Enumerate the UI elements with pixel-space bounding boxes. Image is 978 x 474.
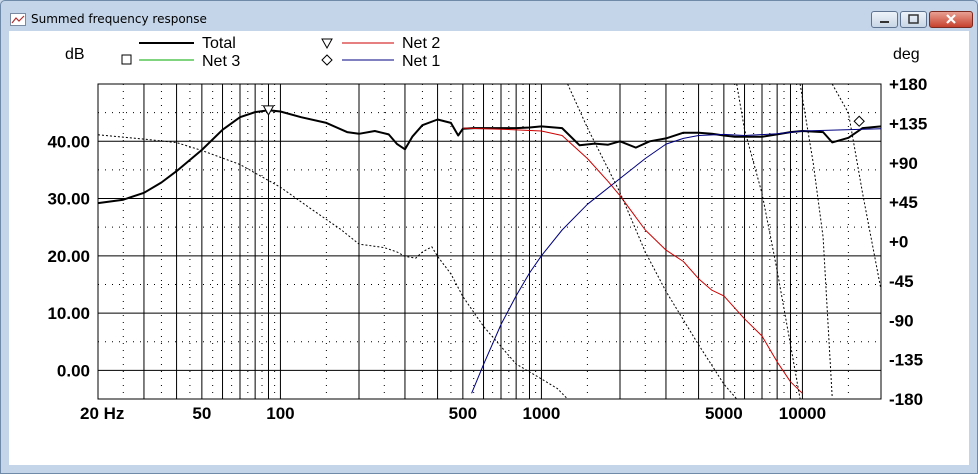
maximize-icon xyxy=(908,14,919,24)
y2-tick-label: +45 xyxy=(889,193,918,212)
x-tick-label: 10000 xyxy=(779,404,826,423)
markers xyxy=(262,105,865,127)
y-tick-label: 40.00 xyxy=(47,132,90,151)
x-tick-label: 5000 xyxy=(705,404,743,423)
y-tick-label: 0.00 xyxy=(57,361,90,380)
y2-tick-label: -90 xyxy=(889,311,914,330)
y-tick-label: 10.00 xyxy=(47,304,90,323)
frequency-response-chart: Total Net 2 Net 3 Net 1 dB deg 0.00 10.00… xyxy=(47,35,927,423)
y-tick-label: 20.00 xyxy=(47,247,90,266)
net1-marker xyxy=(853,115,865,127)
legend-label-net3: Net 3 xyxy=(202,53,240,70)
minimize-icon xyxy=(880,21,889,23)
y2-tick-label: -180 xyxy=(889,390,923,409)
y2-tick-label: +90 xyxy=(889,154,918,173)
diamond-marker-icon xyxy=(321,54,333,66)
y-axis-label: dB xyxy=(65,46,85,63)
legend-label-net2: Net 2 xyxy=(402,35,440,52)
graph-window-icon xyxy=(10,13,26,26)
triangle-down-marker-icon xyxy=(321,38,333,50)
x-tick-label: 50 xyxy=(192,404,211,423)
window-title: Summed frequency response xyxy=(31,12,207,26)
close-icon xyxy=(946,14,956,24)
app-window: Summed frequency response Total Net 2 Ne… xyxy=(0,0,978,474)
y2-tick-label: +0 xyxy=(889,233,908,252)
y2-tick-label: +180 xyxy=(889,75,927,94)
y2-tick-label: -45 xyxy=(889,272,914,291)
square-marker-icon xyxy=(121,54,132,65)
series-line-total xyxy=(97,109,882,205)
y2-tick-label: +135 xyxy=(889,114,927,133)
legend-label-net1: Net 1 xyxy=(402,53,440,70)
x-tick-label: 20 Hz xyxy=(80,404,124,423)
x-tick-label: 100 xyxy=(266,404,294,423)
close-button[interactable] xyxy=(929,11,973,28)
legend-label-total: Total xyxy=(202,35,236,52)
minimize-button[interactable] xyxy=(871,11,898,28)
y2-tick-label: -135 xyxy=(889,351,923,370)
title-bar[interactable]: Summed frequency response xyxy=(1,1,977,31)
y-tick-label: 30.00 xyxy=(47,190,90,209)
legend: Total Net 2 Net 3 Net 1 xyxy=(121,35,440,70)
x-tick-label: 500 xyxy=(449,404,477,423)
x-tick-label: 1000 xyxy=(523,404,561,423)
y2-axis-label: deg xyxy=(893,46,920,63)
series xyxy=(97,83,882,400)
series-line-net-1 xyxy=(471,128,882,394)
maximize-button[interactable] xyxy=(900,11,927,28)
chart-area: Total Net 2 Net 3 Net 1 dB deg 0.00 10.00… xyxy=(9,31,969,465)
